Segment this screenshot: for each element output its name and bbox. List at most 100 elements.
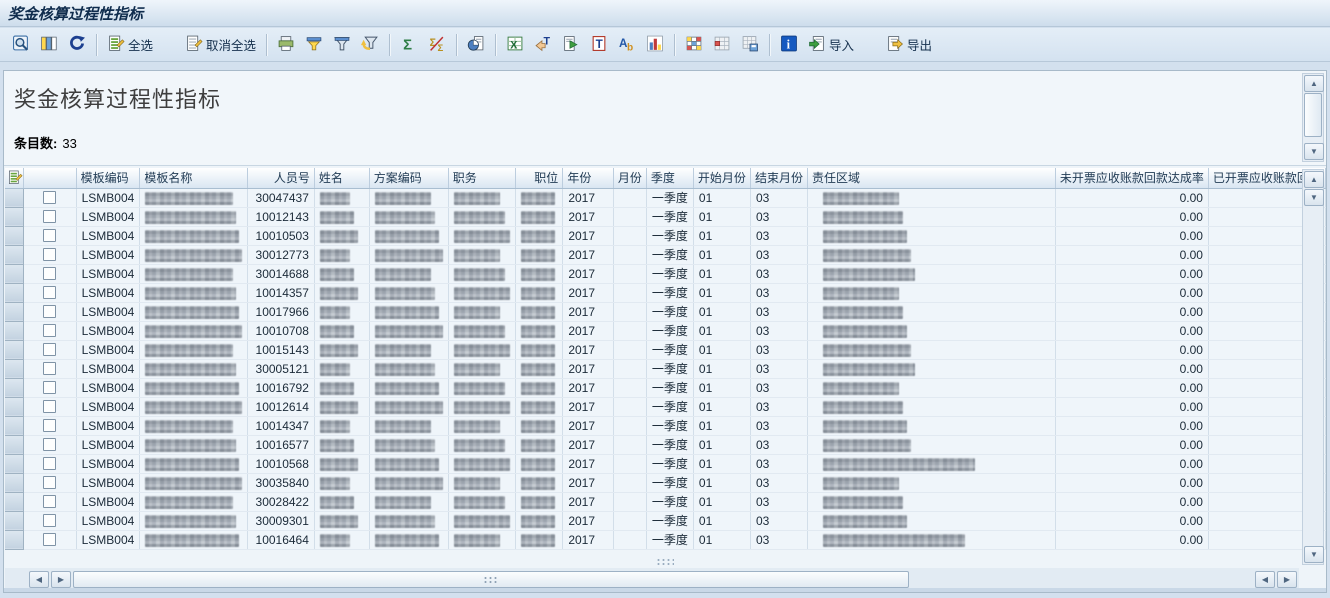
print-button[interactable] — [272, 32, 300, 58]
row-selector[interactable] — [5, 340, 24, 359]
row-checkbox[interactable] — [43, 476, 56, 489]
col-header-name[interactable]: 姓名 — [314, 168, 369, 188]
col-header-sel[interactable] — [5, 168, 24, 188]
toolbar-separator — [674, 34, 675, 56]
scroll-up-button[interactable]: ▲ — [1304, 171, 1324, 188]
scroll-track[interactable] — [1304, 207, 1322, 545]
row-checkbox[interactable] — [43, 457, 56, 470]
row-selector[interactable] — [5, 359, 24, 378]
row-selector[interactable] — [5, 321, 24, 340]
scroll-right-button[interactable]: ▶ — [1277, 571, 1297, 588]
row-checkbox[interactable] — [43, 533, 56, 546]
row-selector[interactable] — [5, 188, 24, 207]
cell-quarter: 一季度 — [646, 454, 693, 473]
column-layout-button[interactable] — [35, 32, 63, 58]
graphic-button[interactable] — [641, 32, 669, 58]
row-selector[interactable] — [5, 454, 24, 473]
excel-button[interactable]: X — [501, 32, 529, 58]
row-selector[interactable] — [5, 264, 24, 283]
deselect-all-button[interactable]: 取消全选 — [180, 32, 261, 58]
export-label: 导出 — [907, 35, 932, 54]
row-checkbox[interactable] — [43, 514, 56, 527]
col-header-template_name[interactable]: 模板名称 — [140, 168, 248, 188]
col-header-start_month[interactable]: 开始月份 — [693, 168, 750, 188]
col-header-region[interactable]: 责任区域 — [807, 168, 1055, 188]
chart-detail-button[interactable] — [462, 32, 490, 58]
scroll-thumb[interactable] — [1304, 93, 1322, 137]
row-checkbox[interactable] — [43, 191, 56, 204]
redacted-cell — [140, 454, 248, 473]
row-checkbox[interactable] — [43, 324, 56, 337]
remove-filter-button[interactable] — [356, 32, 384, 58]
text-icon: T — [590, 35, 608, 55]
redacted-cell — [515, 245, 563, 264]
row-selector[interactable] — [5, 226, 24, 245]
row-checkbox[interactable] — [43, 419, 56, 432]
local-file-button[interactable] — [557, 32, 585, 58]
scroll-right-button[interactable]: ▶ — [51, 571, 71, 588]
row-selector[interactable] — [5, 397, 24, 416]
refresh-button[interactable] — [63, 32, 91, 58]
subtotal-button[interactable]: ΣΣ — [423, 32, 451, 58]
sort-button[interactable] — [300, 32, 328, 58]
export-button[interactable]: 导出 — [881, 32, 937, 58]
fix-column-button[interactable] — [708, 32, 736, 58]
col-header-month[interactable]: 月份 — [613, 168, 646, 188]
find-button[interactable] — [7, 32, 35, 58]
scroll-left-button[interactable]: ◀ — [29, 571, 49, 588]
row-checkbox[interactable] — [43, 305, 56, 318]
row-selector[interactable] — [5, 245, 24, 264]
col-header-job[interactable]: 职务 — [448, 168, 515, 188]
row-selector[interactable] — [5, 511, 24, 530]
row-checkbox[interactable] — [43, 229, 56, 242]
row-checkbox[interactable] — [43, 381, 56, 394]
row-checkbox[interactable] — [43, 362, 56, 375]
row-selector[interactable] — [5, 435, 24, 454]
row-checkbox[interactable] — [43, 210, 56, 223]
row-selector[interactable] — [5, 416, 24, 435]
filter-button[interactable] — [328, 32, 356, 58]
row-selector[interactable] — [5, 207, 24, 226]
row-selector[interactable] — [5, 378, 24, 397]
sum-button[interactable]: Σ — [395, 32, 423, 58]
scroll-left-button[interactable]: ◀ — [1255, 571, 1275, 588]
col-header-scheme_code[interactable]: 方案编码 — [369, 168, 448, 188]
row-selector[interactable] — [5, 283, 24, 302]
select-all-button[interactable]: 全选 — [102, 32, 158, 58]
abc-analysis-button[interactable]: Ab — [613, 32, 641, 58]
redacted-cell — [369, 188, 448, 207]
row-checkbox[interactable] — [43, 495, 56, 508]
pane-resize-grip[interactable] — [656, 558, 674, 565]
row-checkbox[interactable] — [43, 248, 56, 261]
scroll-up-button[interactable]: ▲ — [1304, 75, 1324, 92]
col-header-end_month[interactable]: 结束月份 — [750, 168, 807, 188]
word-export-button[interactable]: T — [529, 32, 557, 58]
row-selector[interactable] — [5, 302, 24, 321]
row-selector[interactable] — [5, 530, 24, 549]
pixelated-redaction — [375, 496, 431, 509]
scroll-down-button[interactable]: ▼ — [1304, 143, 1324, 160]
col-header-personnel_no[interactable]: 人员号 — [248, 168, 315, 188]
scroll-down-button[interactable]: ▼ — [1304, 546, 1324, 563]
row-checkbox[interactable] — [43, 267, 56, 280]
col-header-year[interactable]: 年份 — [563, 168, 614, 188]
info-button[interactable]: i — [775, 32, 803, 58]
row-selector[interactable] — [5, 492, 24, 511]
row-checkbox[interactable] — [43, 286, 56, 299]
text-button[interactable]: T — [585, 32, 613, 58]
pixelated-redaction — [521, 268, 555, 281]
save-layout-button[interactable] — [736, 32, 764, 58]
row-checkbox[interactable] — [43, 438, 56, 451]
col-header-position[interactable]: 职位 — [515, 168, 563, 188]
row-selector[interactable] — [5, 473, 24, 492]
col-header-quarter[interactable]: 季度 — [646, 168, 693, 188]
row-checkbox[interactable] — [43, 400, 56, 413]
grid-view-button[interactable] — [680, 32, 708, 58]
row-checkbox[interactable] — [43, 343, 56, 356]
import-button[interactable]: 导入 — [803, 32, 859, 58]
scroll-thumb[interactable] — [73, 571, 909, 588]
scroll-track[interactable] — [1304, 138, 1322, 142]
col-header-template_code[interactable]: 模板编码 — [76, 168, 140, 188]
scroll-down-button[interactable]: ▼ — [1304, 189, 1324, 206]
col-header-rate[interactable]: 未开票应收账款回款达成率 — [1055, 168, 1208, 188]
